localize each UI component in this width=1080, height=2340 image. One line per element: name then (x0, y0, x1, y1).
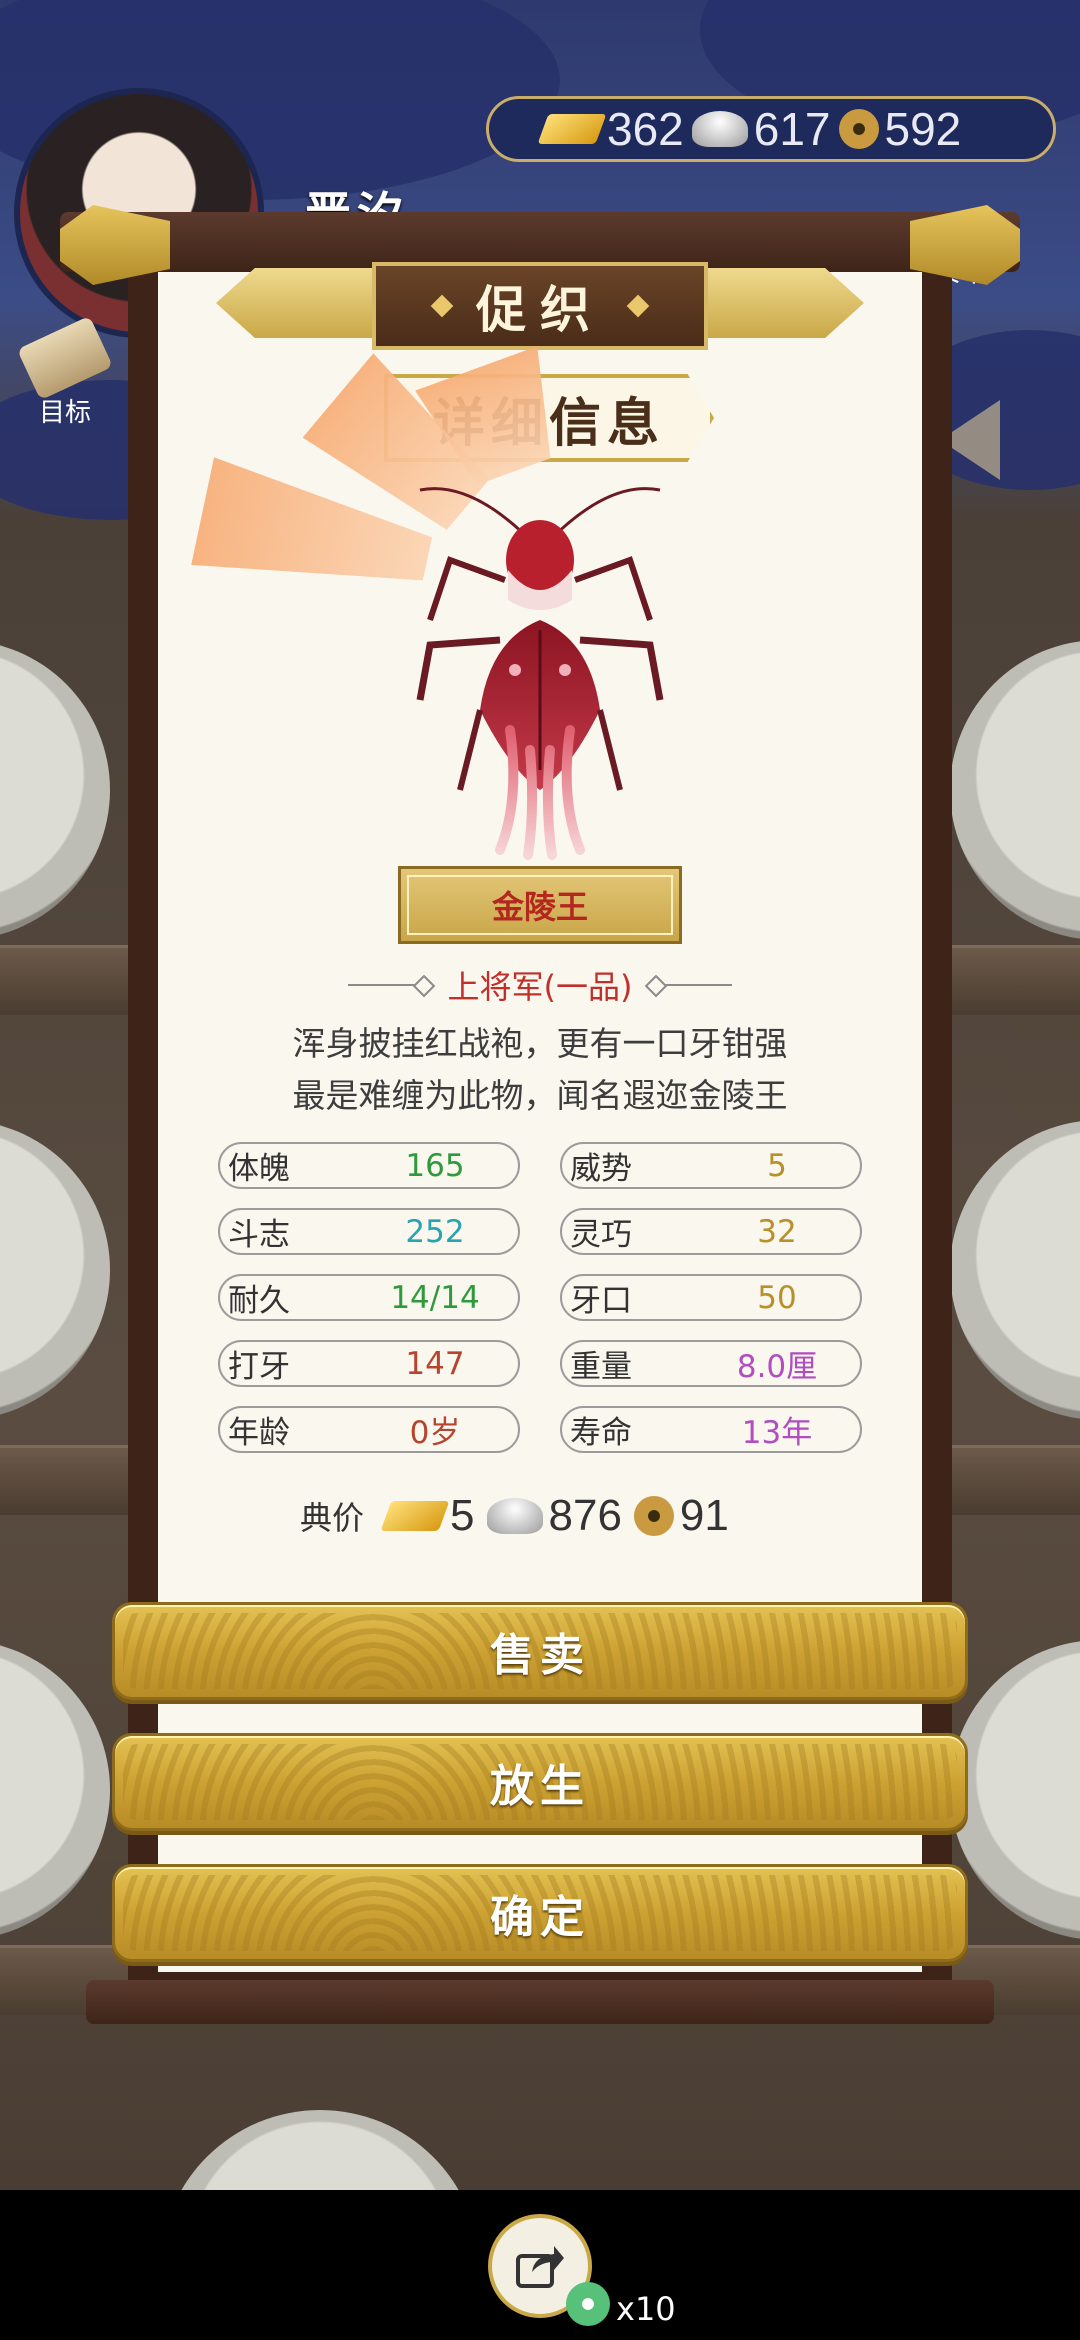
price-copper: 91 (679, 1491, 729, 1540)
stat-value: 5 (767, 1147, 787, 1184)
rank-row: 上将军(一品) (296, 962, 784, 1008)
gold-ingot-icon (380, 1501, 450, 1531)
description-line: 浑身披挂红战袍，更有一口牙钳强 (292, 1024, 788, 1063)
cricket-detail-dialog: 促织 详细信息 金陵王 上将军(一品) 浑身披挂红战袍，更有一口牙钳强 最是难缠… (0, 0, 1080, 2190)
sell-button[interactable]: 售卖 (112, 1602, 968, 1700)
stat-label: 寿命 (570, 1415, 632, 1451)
cricket-illustration (416, 487, 664, 860)
stat-value: 13年 (741, 1415, 813, 1451)
price-silver: 876 (548, 1491, 622, 1540)
copper-coin-icon (633, 1496, 674, 1536)
stat-value: 8.0厘 (736, 1349, 818, 1385)
stat-bite: 牙口 50 (560, 1274, 862, 1321)
stat-label: 耐久 (228, 1283, 290, 1319)
cricket-rank: 上将军(一品) (447, 968, 633, 1006)
stat-morale: 斗志 252 (218, 1208, 520, 1255)
diamond-ornament-icon (430, 294, 454, 318)
share-icon (516, 2246, 564, 2288)
stat-durability: 耐久 14/14 (218, 1274, 520, 1321)
stat-age: 年龄 0岁 (218, 1406, 520, 1453)
pawn-price-row: 典价 5 876 91 (300, 1486, 780, 1546)
silver-ingot-icon (486, 1498, 543, 1534)
stat-value: 32 (757, 1213, 797, 1250)
stat-value: 14/14 (390, 1279, 480, 1316)
sell-label: 售卖 (490, 1630, 590, 1681)
stat-physique: 体魄 165 (218, 1142, 520, 1189)
stat-weight: 重量 8.0厘 (560, 1340, 862, 1387)
stat-label: 年龄 (228, 1415, 290, 1451)
share-reward-count: x10 (616, 2290, 676, 2328)
scroll-rod-bottom (86, 1980, 994, 2024)
release-button[interactable]: 放生 (112, 1733, 968, 1831)
stat-value: 50 (757, 1279, 797, 1316)
stat-value: 252 (405, 1213, 465, 1250)
stat-label: 灵巧 (570, 1217, 632, 1253)
stat-agility: 灵巧 32 (560, 1208, 862, 1255)
stats-grid: 体魄 165 威势 5 斗志 252 灵巧 32 耐久 14/14 牙口 50 打牙 147 … (218, 1142, 862, 1453)
rank-divider-right (652, 984, 733, 986)
dialog-title: 促织 (476, 281, 604, 339)
stat-label: 威势 (570, 1151, 632, 1187)
rank-divider-left (347, 984, 428, 986)
stat-value: 147 (405, 1345, 465, 1382)
release-label: 放生 (490, 1761, 590, 1812)
price-label: 典价 (300, 1499, 365, 1537)
description-line: 最是难缠为此物，闻名遐迩金陵王 (292, 1076, 788, 1115)
stat-prestige: 威势 5 (560, 1142, 862, 1189)
stat-lifespan: 寿命 13年 (560, 1406, 862, 1453)
confirm-label: 确定 (490, 1892, 590, 1943)
price-gold: 5 (450, 1491, 475, 1540)
stat-value: 0岁 (409, 1415, 461, 1451)
stat-strike: 打牙 147 (218, 1340, 520, 1387)
stat-label: 重量 (570, 1349, 632, 1385)
cricket-description: 浑身披挂红战袍，更有一口牙钳强 最是难缠为此物，闻名遐迩金陵王 (190, 1018, 890, 1122)
confirm-button[interactable]: 确定 (112, 1864, 968, 1962)
cricket-name: 金陵王 (491, 888, 588, 926)
title-plate: 促织 (372, 262, 708, 350)
stat-value: 165 (405, 1147, 465, 1184)
cricket-name-plaque: 金陵王 (398, 866, 682, 944)
stat-label: 打牙 (228, 1349, 290, 1385)
stat-label: 斗志 (228, 1217, 290, 1253)
stat-label: 牙口 (570, 1283, 632, 1319)
stat-label: 体魄 (228, 1151, 290, 1187)
diamond-ornament-icon (626, 294, 650, 318)
jade-token-icon (566, 2282, 610, 2326)
